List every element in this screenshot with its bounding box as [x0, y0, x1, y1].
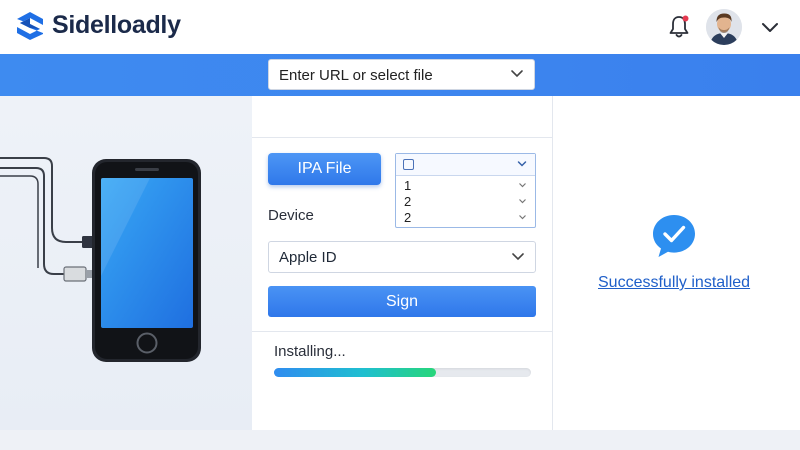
app-title: Sidelloadly [52, 11, 181, 39]
logo-icon [17, 12, 43, 40]
notification-dot [682, 15, 689, 22]
device-label: Device [268, 207, 314, 224]
avatar[interactable] [706, 9, 742, 45]
chevron-down-icon [511, 70, 523, 78]
url-select-value: Enter URL or select file [279, 67, 433, 84]
phone-illustration [0, 157, 201, 362]
apple-id-value: Apple ID [279, 249, 337, 266]
device-option-label: 1 [404, 178, 412, 193]
chevron-down-icon [519, 215, 526, 220]
chat-check-icon [653, 215, 695, 257]
chevron-down-icon [519, 199, 526, 204]
ipa-file-button[interactable]: IPA File [268, 153, 381, 185]
chevron-down-icon [512, 253, 524, 261]
app-header: Sidelloadly [0, 0, 800, 54]
device-option[interactable]: 2 [396, 210, 535, 226]
checkbox-icon[interactable] [403, 159, 414, 170]
divider [252, 137, 552, 138]
bottom-strip [0, 430, 800, 450]
installing-status: Installing... [274, 343, 346, 360]
device-dropdown-header[interactable] [396, 154, 535, 176]
device-option[interactable]: 1 [396, 178, 535, 194]
status-panel [552, 96, 800, 430]
device-option-label: 2 [404, 210, 412, 225]
device-option[interactable]: 2 [396, 194, 535, 210]
illustration-panel [0, 96, 252, 430]
bell-icon[interactable] [667, 14, 691, 40]
success-link[interactable]: Successfully installed [598, 274, 750, 292]
chevron-down-icon [519, 183, 526, 188]
chevron-down-icon [517, 161, 527, 167]
usb-plug [63, 266, 87, 282]
install-progress-bar [274, 368, 531, 377]
url-select[interactable]: Enter URL or select file [268, 59, 535, 90]
divider [252, 331, 552, 332]
apple-id-select[interactable]: Apple ID [268, 241, 536, 273]
chevron-down-icon[interactable] [760, 20, 780, 34]
device-option-label: 2 [404, 194, 412, 209]
device-dropdown[interactable]: 1 2 2 [395, 153, 536, 228]
sign-button[interactable]: Sign [268, 286, 536, 317]
install-progress-fill [274, 368, 436, 377]
